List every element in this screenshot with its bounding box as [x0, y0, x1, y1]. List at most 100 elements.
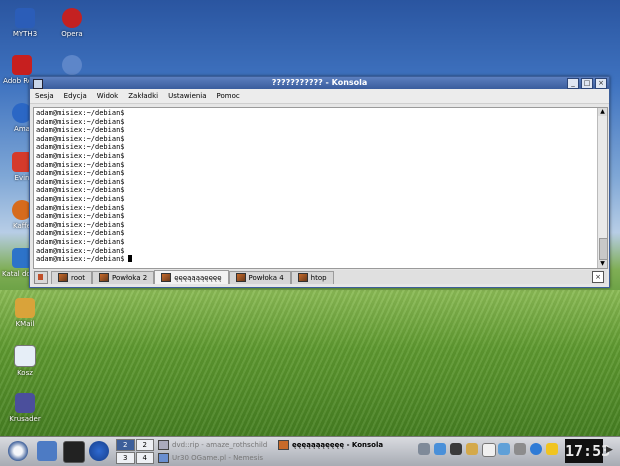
- tab-powloka-2[interactable]: Powłoka 2: [92, 270, 155, 284]
- terminal-line: adam@misiex:~/debian$: [36, 160, 125, 169]
- tab-root[interactable]: root: [51, 270, 93, 284]
- terminal-prompt-line: adam@misiex:~/debian$: [36, 255, 600, 264]
- terminal-line: adam@misiex:~/debian$: [36, 151, 125, 160]
- window-title: ??????????? - Konsola: [271, 78, 368, 87]
- terminal-cursor: [127, 255, 132, 263]
- desktop-icon-label: Krusader: [9, 415, 41, 423]
- terminal-line: adam@misiex:~/debian$: [36, 117, 125, 126]
- konsole-window[interactable]: ??????????? - Konsola _ □ × Sesja Edycja…: [29, 76, 610, 288]
- tab-label: Powłoka 2: [112, 273, 148, 282]
- terminal-line: adam@misiex:~/debian$: [36, 194, 125, 203]
- terminal-line: adam@misiex:~/debian$: [36, 109, 125, 117]
- konqueror-icon[interactable]: [89, 441, 109, 461]
- terminal-line: adam@misiex:~/debian$: [36, 143, 125, 152]
- desktop-icon-opera[interactable]: Opera: [52, 8, 92, 38]
- pager-desktop-1[interactable]: 2: [116, 439, 135, 451]
- terminal-line: adam@misiex:~/debian$: [36, 212, 125, 221]
- terminal-line: adam@misiex:~/debian$: [36, 177, 125, 186]
- tray-settings-icon[interactable]: [514, 443, 526, 455]
- k-menu-icon[interactable]: [8, 441, 28, 461]
- terminal-icon: [58, 273, 68, 282]
- new-session-button[interactable]: [34, 270, 48, 284]
- session-tab-bar: root Powłoka 2 ęęęąąąąęęęę Powłoka 4 hto…: [32, 270, 607, 284]
- pager-desktop-4[interactable]: 4: [135, 452, 154, 464]
- tray-monitor-icon[interactable]: [450, 443, 462, 455]
- terminal-area[interactable]: adam@misiex:~/debian$ adam@misiex:~/debi…: [33, 107, 608, 269]
- desktop-icon-label: KMail: [15, 320, 35, 328]
- tray-mixer-icon[interactable]: [498, 443, 510, 455]
- task-dvdrip[interactable]: dvd::rip - amaze_rothschild: [158, 440, 267, 450]
- terminal-line: adam@misiex:~/debian$: [36, 237, 125, 246]
- close-session-button[interactable]: ×: [592, 271, 604, 283]
- terminal-line: adam@misiex:~/debian$: [36, 220, 125, 229]
- mail-icon: [15, 298, 35, 318]
- terminal-scrollbar[interactable]: ▲ ▼: [597, 108, 608, 268]
- minimize-button[interactable]: _: [567, 78, 579, 89]
- tray-document-icon[interactable]: [482, 443, 496, 457]
- desktop-icon-label: Opera: [61, 30, 83, 38]
- terminal-icon: [235, 273, 246, 282]
- tab-label: Powłoka 4: [248, 273, 284, 282]
- terminal-line: adam@misiex:~/debian$: [36, 255, 125, 264]
- tray-star-icon[interactable]: [546, 443, 558, 455]
- terminal-line: adam@misiex:~/debian$: [36, 203, 125, 212]
- desktop-icon-krusader[interactable]: Krusader: [5, 393, 45, 423]
- browser-icon: [158, 453, 169, 463]
- terminal-output: adam@misiex:~/debian$ adam@misiex:~/debi…: [35, 109, 600, 267]
- tray-chat-icon[interactable]: [434, 443, 446, 455]
- terminal-line: adam@misiex:~/debian$: [36, 134, 125, 143]
- scroll-down-arrow-icon[interactable]: ▼: [598, 260, 607, 268]
- desktop-pager: 2 2 3 4: [116, 439, 154, 464]
- terminal-line: adam@misiex:~/debian$: [36, 186, 125, 195]
- adobe-reader-icon: [12, 55, 32, 75]
- opera-icon: [62, 8, 82, 28]
- kicker-panel: 2 2 3 4 dvd::rip - amaze_rothschild Ur30…: [0, 436, 620, 466]
- tab-label: ęęęąąąąęęęę: [174, 273, 222, 282]
- menu-pomoc[interactable]: Pomoc: [217, 92, 240, 100]
- desktop-icon-myth3[interactable]: MYTH3: [5, 8, 45, 38]
- panel-arrow-icon[interactable]: ▶: [606, 445, 613, 455]
- tab-label: htop: [310, 273, 327, 282]
- tray-clipboard-icon[interactable]: [466, 443, 478, 455]
- tray-network-icon[interactable]: [418, 443, 430, 455]
- terminal-launcher-icon[interactable]: [63, 441, 85, 463]
- desktop-icon-label: MYTH3: [12, 30, 38, 38]
- terminal-icon: [297, 273, 308, 282]
- terminal-icon: [161, 273, 172, 282]
- home-icon[interactable]: [37, 441, 57, 461]
- tab-active-session[interactable]: ęęęąąąąęęęę: [154, 270, 229, 284]
- globe-icon: [62, 55, 82, 75]
- dvd-icon: [158, 440, 169, 450]
- tab-htop[interactable]: htop: [290, 270, 334, 284]
- terminal-line: adam@misiex:~/debian$: [36, 246, 125, 255]
- desktop-icon-opera-2[interactable]: [52, 55, 92, 77]
- scroll-up-arrow-icon[interactable]: ▲: [598, 108, 607, 116]
- close-button[interactable]: ×: [595, 78, 607, 89]
- pager-desktop-2[interactable]: 2: [135, 439, 154, 451]
- menu-widok[interactable]: Widok: [97, 92, 119, 100]
- menu-ustawienia[interactable]: Ustawienia: [168, 92, 206, 100]
- desktop-icon-label: Kosz: [17, 369, 33, 377]
- task-label: ęęęąąąąęęęę - Konsola: [292, 441, 384, 449]
- scrollbar-thumb[interactable]: [599, 238, 608, 260]
- tab-powloka-4[interactable]: Powłoka 4: [228, 270, 291, 284]
- terminal-icon: [278, 440, 289, 450]
- maximize-button[interactable]: □: [581, 78, 593, 89]
- menu-zakladki[interactable]: Zakładki: [128, 92, 158, 100]
- pager-desktop-3[interactable]: 3: [116, 452, 135, 464]
- task-ogame[interactable]: Ur30 OGame.pl - Nemesis: [158, 453, 263, 463]
- tab-label: root: [71, 273, 86, 282]
- desktop-icon-kmail[interactable]: KMail: [5, 298, 45, 328]
- menubar: Sesja Edycja Widok Zakładki Ustawienia P…: [30, 89, 609, 104]
- clock[interactable]: 17:53: [565, 439, 610, 463]
- menu-edycja[interactable]: Edycja: [64, 92, 87, 100]
- menu-sesja[interactable]: Sesja: [35, 92, 54, 100]
- task-label: Ur30 OGame.pl - Nemesis: [172, 454, 263, 462]
- terminal-line: adam@misiex:~/debian$: [36, 229, 125, 238]
- task-konsola[interactable]: ęęęąąąąęęęę - Konsola: [278, 440, 383, 450]
- krusader-icon: [15, 393, 35, 413]
- desktop-icon-trash[interactable]: Kosz: [5, 345, 45, 377]
- window-titlebar[interactable]: ??????????? - Konsola _ □ ×: [30, 77, 609, 89]
- desktop-wallpaper: [0, 290, 620, 436]
- tray-globe-icon[interactable]: [530, 443, 542, 455]
